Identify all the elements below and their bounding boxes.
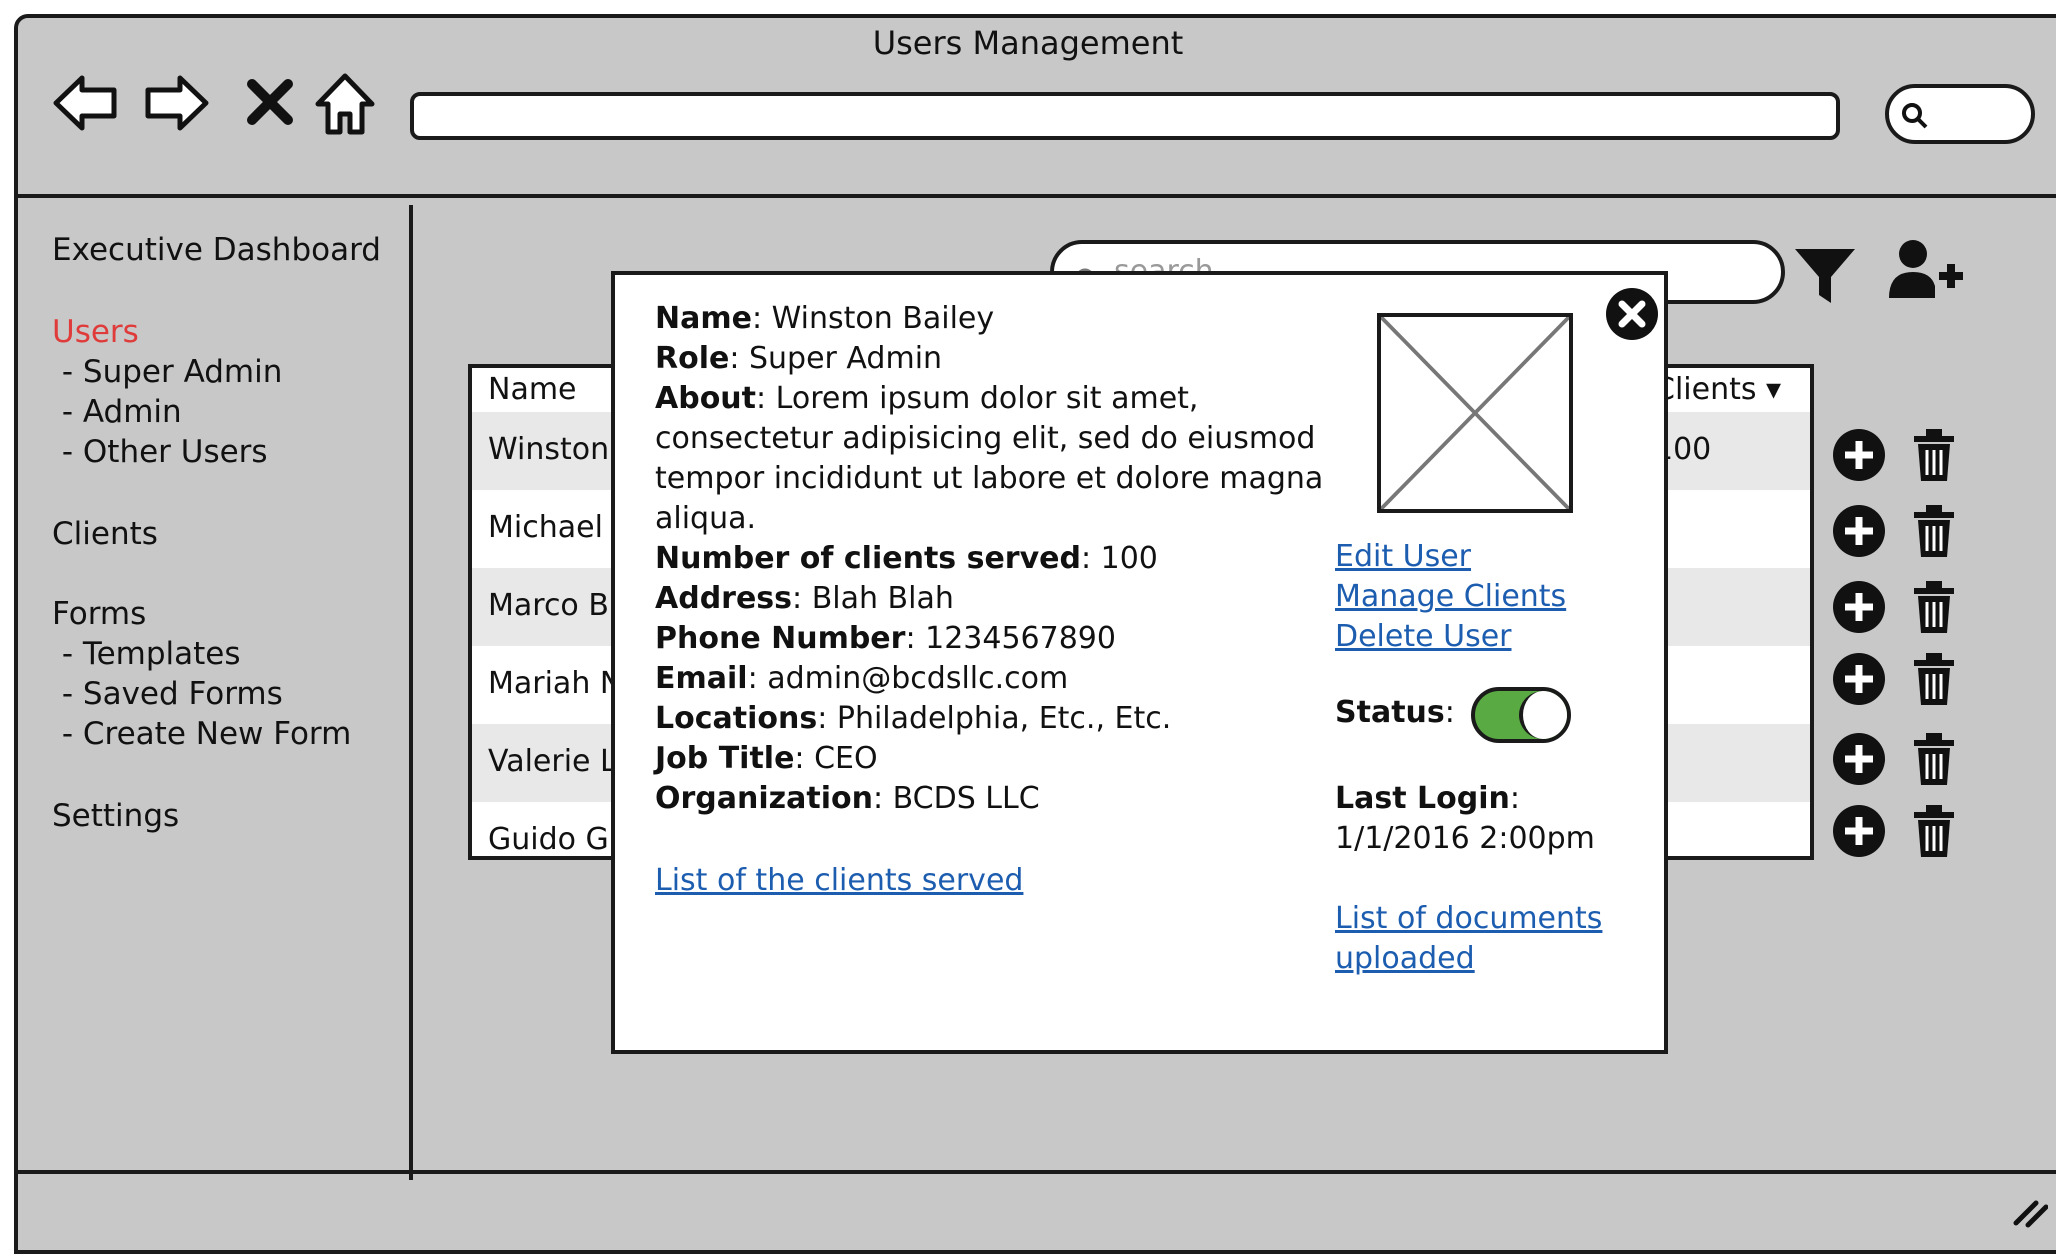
stop-icon[interactable]	[240, 68, 300, 138]
user-actions: Edit User Manage Clients Delete User	[1335, 537, 1566, 657]
column-header-name[interactable]: Name	[488, 372, 577, 407]
field-label: Phone Number	[655, 621, 906, 656]
last-login: Last Login: 1/1/2016 2:00pm	[1335, 779, 1595, 859]
delete-user-link[interactable]: Delete User	[1335, 617, 1566, 657]
window-title: Users Management	[872, 24, 1184, 62]
field-value: CEO	[814, 741, 878, 776]
add-circle-icon[interactable]	[1830, 578, 1888, 636]
field-value: BCDS LLC	[892, 781, 1040, 816]
trash-icon[interactable]	[1910, 730, 1958, 788]
row-name: Mariah N	[488, 666, 623, 701]
field-value: admin@bcdsllc.com	[767, 661, 1069, 696]
sidebar-item-settings[interactable]: Settings	[52, 798, 179, 834]
sidebar-item-other-users[interactable]: - Other Users	[52, 434, 268, 470]
status-toggle[interactable]	[1471, 687, 1571, 743]
column-header-clients-label: Clients	[1654, 372, 1757, 407]
back-arrow-icon[interactable]	[50, 68, 120, 138]
trash-icon[interactable]	[1910, 650, 1958, 708]
field-label: Role	[655, 341, 730, 376]
field-about: About: Lorem ipsum dolor sit amet, conse…	[655, 381, 1324, 536]
field-value: Blah Blah	[811, 581, 954, 616]
sort-caret-icon[interactable]: ▾	[1766, 372, 1781, 407]
trash-icon[interactable]	[1910, 502, 1958, 560]
trash-icon[interactable]	[1910, 802, 1958, 860]
field-email: Email: admin@bcdsllc.com	[655, 661, 1069, 696]
sidebar-divider	[409, 205, 413, 1180]
add-circle-icon[interactable]	[1830, 730, 1888, 788]
edit-user-link[interactable]: Edit User	[1335, 537, 1566, 577]
field-label: Locations	[655, 701, 818, 736]
resize-grip-icon[interactable]	[2012, 1193, 2049, 1229]
field-value: Super Admin	[749, 341, 943, 376]
browser-search-field[interactable]	[1885, 84, 2035, 144]
row-name: Winston	[488, 432, 610, 467]
add-circle-icon[interactable]	[1830, 502, 1888, 560]
field-value: Philadelphia, Etc., Etc.	[836, 701, 1172, 736]
row-name: Michael	[488, 510, 603, 545]
forward-arrow-icon[interactable]	[142, 68, 212, 138]
field-value: 100	[1100, 541, 1158, 576]
user-details-modal: Name: Winston Bailey Role: Super Admin A…	[611, 271, 1668, 1054]
field-label: Job Title	[655, 741, 795, 776]
add-circle-icon[interactable]	[1830, 802, 1888, 860]
field-address: Address: Blah Blah	[655, 581, 954, 616]
sidebar-item-users[interactable]: Users	[52, 314, 139, 350]
header-divider	[14, 194, 2056, 198]
home-icon[interactable]	[310, 68, 380, 138]
clients-served-link[interactable]: List of the clients served	[655, 863, 1023, 898]
row-name: Valerie L	[488, 744, 617, 779]
sidebar-item-create-new-form[interactable]: - Create New Form	[52, 716, 351, 752]
status-label-text: Status	[1335, 695, 1445, 730]
field-locations: Locations: Philadelphia, Etc., Etc.	[655, 701, 1172, 736]
field-label: Address	[655, 581, 793, 616]
trash-icon[interactable]	[1910, 426, 1958, 484]
row-name: Guido G	[488, 822, 609, 857]
filter-icon[interactable]	[1793, 243, 1857, 307]
address-bar[interactable]	[410, 92, 1840, 140]
status-label: Status:	[1335, 695, 1455, 730]
sidebar-item-forms[interactable]: Forms	[52, 596, 146, 632]
field-value: Lorem ipsum dolor sit amet, consectetur …	[655, 381, 1324, 536]
documents-uploaded-link[interactable]: List of documents uploaded	[1335, 899, 1635, 979]
field-organization: Organization: BCDS LLC	[655, 781, 1040, 816]
add-circle-icon[interactable]	[1830, 426, 1888, 484]
sidebar-item-templates[interactable]: - Templates	[52, 636, 241, 672]
field-label: Organization	[655, 781, 873, 816]
sidebar-item-saved-forms[interactable]: - Saved Forms	[52, 676, 283, 712]
footer-divider	[14, 1170, 2056, 1174]
field-value: 1234567890	[925, 621, 1116, 656]
sidebar-item-super-admin[interactable]: - Super Admin	[52, 354, 283, 390]
search-icon	[1899, 100, 1929, 130]
field-label: About	[655, 381, 757, 416]
sidebar-item-admin[interactable]: - Admin	[52, 394, 182, 430]
sidebar-item-executive-dashboard[interactable]: Executive Dashboard	[52, 232, 381, 268]
column-header-clients[interactable]: Clients ▾	[1654, 372, 1804, 407]
toggle-knob	[1519, 691, 1567, 739]
field-phone: Phone Number: 1234567890	[655, 621, 1116, 656]
add-user-icon[interactable]	[1885, 236, 1965, 306]
trash-icon[interactable]	[1910, 578, 1958, 636]
user-info: Name: Winston Bailey Role: Super Admin A…	[655, 299, 1345, 819]
sidebar-item-clients[interactable]: Clients	[52, 516, 158, 552]
field-label: Name	[655, 301, 752, 336]
last-login-value: 1/1/2016 2:00pm	[1335, 821, 1595, 856]
field-clients-served: Number of clients served: 100	[655, 541, 1158, 576]
field-name: Name: Winston Bailey	[655, 301, 995, 336]
manage-clients-link[interactable]: Manage Clients	[1335, 577, 1566, 617]
field-label: Number of clients served	[655, 541, 1081, 576]
last-login-label: Last Login	[1335, 781, 1510, 816]
field-job-title: Job Title: CEO	[655, 741, 878, 776]
field-label: Email	[655, 661, 748, 696]
field-role: Role: Super Admin	[655, 341, 943, 376]
row-name: Marco B	[488, 588, 609, 623]
user-photo-placeholder	[1377, 313, 1573, 513]
close-icon[interactable]	[1603, 285, 1661, 343]
field-value: Winston Bailey	[771, 301, 995, 336]
add-circle-icon[interactable]	[1830, 650, 1888, 708]
